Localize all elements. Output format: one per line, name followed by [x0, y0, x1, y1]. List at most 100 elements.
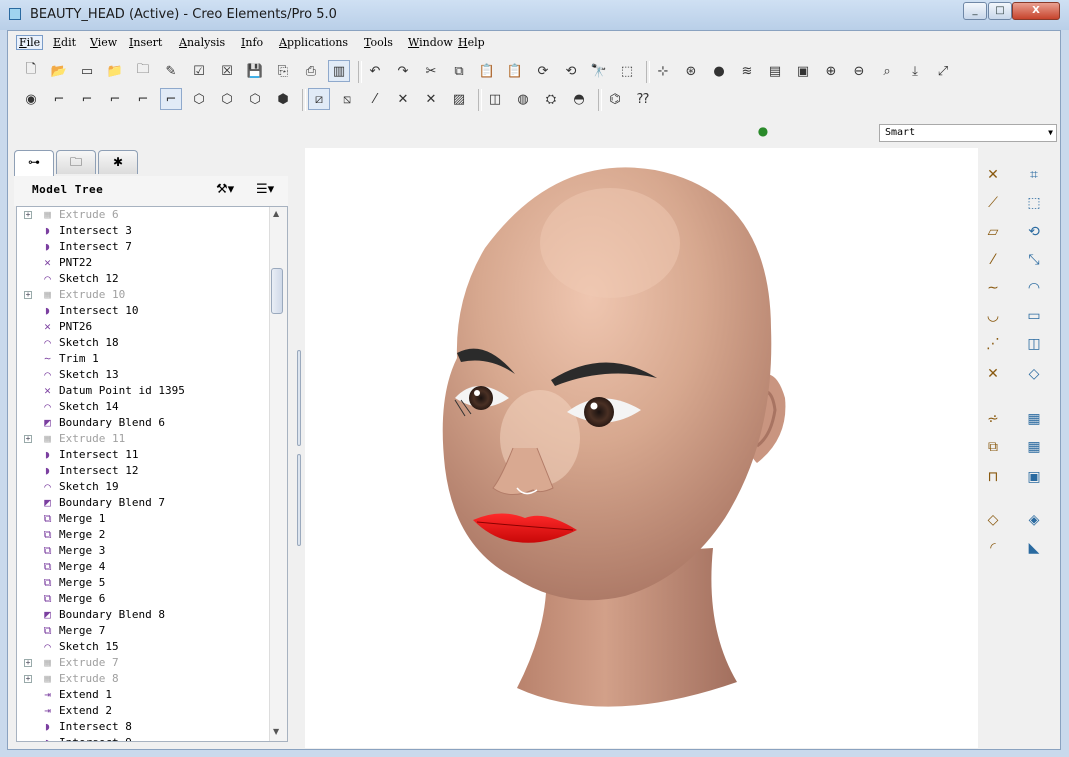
menu-insert[interactable]: Insert	[129, 36, 162, 49]
zoom-out-icon[interactable]: ⊖	[848, 60, 870, 82]
saved-views-icon[interactable]: ⤢	[932, 60, 954, 82]
merge-tool-icon[interactable]: ⧉	[982, 436, 1004, 458]
close-button[interactable]: X	[1012, 2, 1060, 20]
tree-item[interactable]: ◗ Intersect 12	[17, 463, 271, 479]
paste-special-icon[interactable]: 📋	[504, 60, 526, 82]
view-manager-icon[interactable]: ▤	[764, 60, 786, 82]
new-file-icon[interactable]: ▭	[76, 60, 98, 82]
regenerate-icon[interactable]: ⟳	[532, 60, 554, 82]
print-icon[interactable]: ⎙	[300, 60, 322, 82]
edit-icon[interactable]: ✎	[160, 60, 182, 82]
copy-icon[interactable]: ⧉	[448, 60, 470, 82]
tree-item[interactable]: ⧉ Merge 6	[17, 591, 271, 607]
hole-tool-icon[interactable]: ⊓	[982, 466, 1004, 488]
spin-center-icon[interactable]: ⊹	[652, 60, 674, 82]
expand-icon[interactable]: +	[24, 435, 32, 443]
color-icon[interactable]: ▥	[328, 60, 350, 82]
cut-icon[interactable]: ✂	[420, 60, 442, 82]
tree-item[interactable]: ⧉ Merge 7	[17, 623, 271, 639]
sketch-tool-icon[interactable]: ⬚	[1023, 192, 1045, 214]
scroll-down-icon[interactable]: ▼	[273, 727, 279, 736]
revolve-tool-icon[interactable]: ⟲	[1023, 221, 1045, 243]
tree-item[interactable]: ⌒ Sketch 18	[17, 335, 271, 351]
cube-wire-icon[interactable]: ⬡	[188, 88, 210, 110]
tree-item[interactable]: + ▦ Extrude 6	[17, 207, 271, 223]
cube-hidden-icon[interactable]: ⬡	[216, 88, 238, 110]
rib-tool-icon[interactable]: ◇	[982, 509, 1004, 531]
tab-favorites[interactable]: ✱	[98, 150, 138, 174]
extend-tool-icon[interactable]: ◇	[1023, 363, 1045, 385]
tree-item[interactable]: ⌒ Sketch 14	[17, 399, 271, 415]
tree-item[interactable]: ◗ Intersect 8	[17, 719, 271, 735]
tree-settings-icon[interactable]: ⚒▾	[216, 182, 234, 197]
display-style-nohidden-icon[interactable]: ⌐	[104, 88, 126, 110]
sweep-tool-icon[interactable]: ⤡	[1023, 249, 1045, 271]
tree-item[interactable]: ✕ PNT22	[17, 255, 271, 271]
tree-item[interactable]: ✕ PNT26	[17, 319, 271, 335]
selection-filter-dropdown[interactable]: Smart ▼	[879, 124, 1057, 142]
fill-tool-icon[interactable]: ▭	[1023, 305, 1045, 327]
menu-edit[interactable]: Edit	[53, 36, 76, 49]
render-icon[interactable]: ◓	[568, 88, 590, 110]
zoom-in-icon[interactable]: ⊕	[820, 60, 842, 82]
select-box-icon[interactable]: ⬚	[616, 60, 638, 82]
expand-icon[interactable]: +	[24, 291, 32, 299]
tree-item[interactable]: ∼ Trim 1	[17, 351, 271, 367]
environment-icon[interactable]: ⛭	[540, 88, 562, 110]
datum-axes-display-icon[interactable]: ⧅	[336, 88, 358, 110]
orient-icon[interactable]: ⊛	[680, 60, 702, 82]
model-display-icon[interactable]: ▨	[448, 88, 470, 110]
display-style-shade-icon[interactable]: ⌐	[160, 88, 182, 110]
new-icon[interactable]: 🗋	[20, 60, 42, 82]
style-tool-icon[interactable]: ◡	[982, 305, 1004, 327]
tree-item[interactable]: ⇥ Extend 1	[17, 687, 271, 703]
display-style-wireframe-icon[interactable]: ⌐	[48, 88, 70, 110]
chamfer-tool-icon[interactable]: ◣	[1023, 537, 1045, 559]
paste-icon[interactable]: 📋	[476, 60, 498, 82]
expand-icon[interactable]: +	[24, 659, 32, 667]
tab-model-tree[interactable]: ⊶	[14, 150, 54, 176]
tab-folder-browser[interactable]: 🗀	[56, 150, 96, 174]
pattern-tool-icon[interactable]: ▦	[1023, 436, 1045, 458]
folder-open-icon[interactable]: 📁	[104, 60, 126, 82]
datum-point-tool-icon[interactable]: ✕	[982, 164, 1004, 186]
save-copy-icon[interactable]: ⎘	[272, 60, 294, 82]
datum-planes-display-icon[interactable]: ⧄	[308, 88, 330, 110]
datum-points-display-icon[interactable]: ⁄	[364, 88, 386, 110]
menu-help[interactable]: Help	[458, 36, 485, 49]
display-style-edge-icon[interactable]: ⌐	[132, 88, 154, 110]
tree-item[interactable]: ◗ Intersect 11	[17, 447, 271, 463]
tree-item[interactable]: ✕ Datum Point id 1395	[17, 383, 271, 399]
erase-icon[interactable]: ☒	[216, 60, 238, 82]
menu-window[interactable]: Window	[408, 36, 453, 49]
shell-tool-icon[interactable]: ▣	[1023, 466, 1045, 488]
refit-icon[interactable]: ▣	[792, 60, 814, 82]
tree-item[interactable]: ⧉ Merge 5	[17, 575, 271, 591]
find-icon[interactable]: 🔭	[588, 60, 610, 82]
trim-tool-icon[interactable]: ✕	[982, 363, 1004, 385]
tree-item[interactable]: ◗ Intersect 10	[17, 303, 271, 319]
menu-analysis[interactable]: Analysis	[179, 36, 225, 49]
tree-item[interactable]: + ▦ Extrude 10	[17, 287, 271, 303]
expand-icon[interactable]: +	[24, 675, 32, 683]
cube-nohidden-icon[interactable]: ⬡	[244, 88, 266, 110]
save-icon[interactable]: 💾	[244, 60, 266, 82]
tree-scroll-thumb[interactable]	[271, 268, 283, 314]
tree-item[interactable]: ◩ Boundary Blend 8	[17, 607, 271, 623]
cube-shaded-icon[interactable]: ⬢	[272, 88, 294, 110]
maximize-button[interactable]: □	[988, 2, 1012, 20]
graphics-viewport[interactable]	[305, 148, 978, 748]
menu-file[interactable]: File	[16, 35, 44, 50]
appearance-icon[interactable]: ●	[708, 60, 730, 82]
datum-curve-tool-icon[interactable]: ⁄	[982, 249, 1004, 271]
datum-csys-tool-icon[interactable]: ⌗	[1023, 164, 1045, 186]
expand-icon[interactable]: +	[24, 211, 32, 219]
layers-icon[interactable]: ≋	[736, 60, 758, 82]
repaint-icon[interactable]: ⤓	[904, 60, 926, 82]
tree-item[interactable]: ⌒ Sketch 13	[17, 367, 271, 383]
globe-icon[interactable]: ◍	[512, 88, 534, 110]
tree-item[interactable]: ⌒ Sketch 19	[17, 479, 271, 495]
zoom-fit-icon[interactable]: ⌕	[876, 60, 898, 82]
tree-item[interactable]: + ▦ Extrude 8	[17, 671, 271, 687]
menu-info[interactable]: Info	[241, 36, 263, 49]
